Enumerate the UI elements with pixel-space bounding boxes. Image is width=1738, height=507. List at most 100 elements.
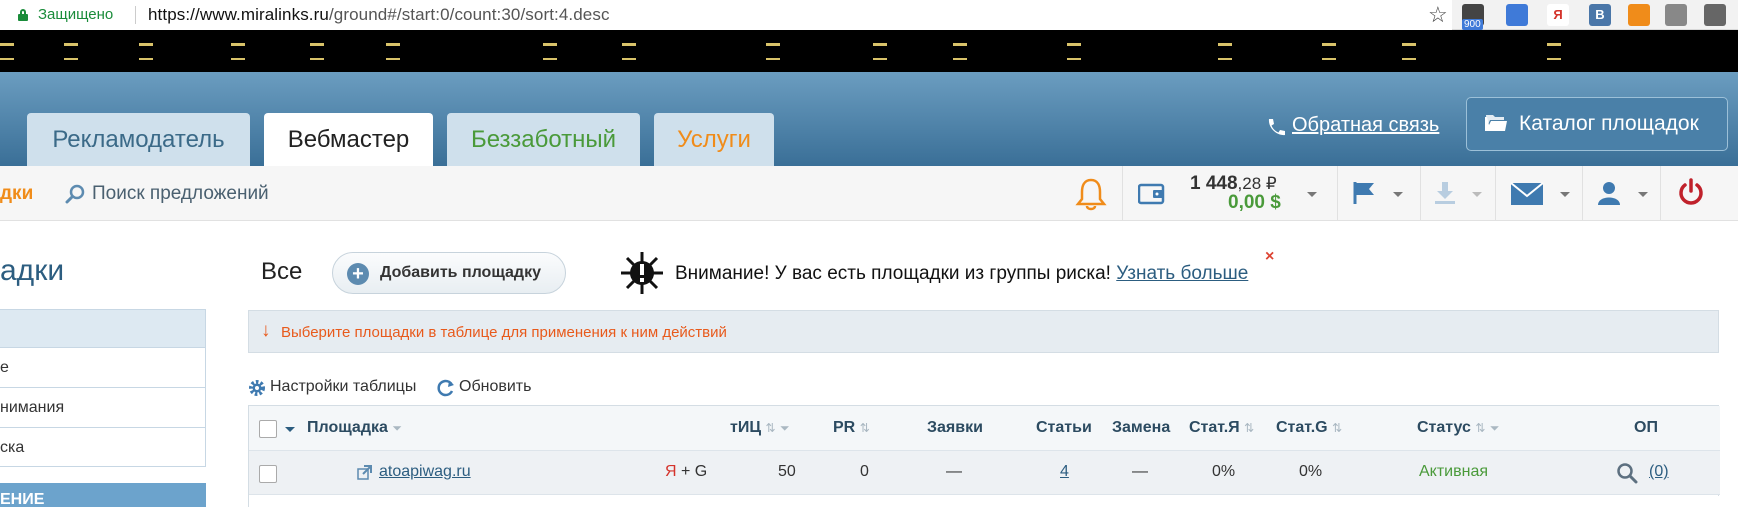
divider	[1660, 166, 1661, 221]
bell-icon[interactable]	[1073, 176, 1109, 212]
search-offers-link[interactable]: Поиск предложений	[92, 183, 269, 205]
pr-value: 0	[860, 463, 869, 480]
url-text[interactable]: https://www.miralinks.ru/ground#/start:0…	[148, 5, 610, 25]
close-icon[interactable]: ×	[1265, 248, 1274, 266]
tab-advertiser[interactable]: Рекламодатель	[27, 113, 250, 166]
search-engines: Я + G	[665, 463, 708, 480]
add-site-button[interactable]: + Добавить площадку	[332, 252, 566, 294]
user-icon[interactable]	[1597, 180, 1621, 206]
separator	[135, 6, 136, 24]
sidebar-filter-panel: е нимания ска	[0, 309, 206, 467]
bookmark-star-icon[interactable]: ☆	[1428, 2, 1448, 28]
stat-g-value: 0%	[1299, 463, 1323, 480]
requests-value: —	[946, 463, 962, 480]
table-header: Площадка ⏷ тИЦ ⇅ ⏷ PR ⇅ Заявки Статьи За…	[249, 406, 1720, 451]
table-row	[249, 496, 1720, 507]
download-icon[interactable]	[1433, 180, 1457, 206]
folder-icon	[1485, 115, 1507, 131]
divider	[1337, 166, 1338, 221]
flag-dropdown-chevron-icon[interactable]	[1393, 192, 1403, 197]
divider	[1582, 166, 1583, 221]
bookmarks-bar	[0, 30, 1738, 72]
column-header-pr[interactable]: PR ⇅	[833, 419, 870, 437]
url-field[interactable]: Защищено https://www.miralinks.ru/ground…	[0, 0, 1452, 30]
sort-icon: ⇅	[859, 421, 870, 435]
column-header-replace[interactable]: Замена	[1112, 419, 1170, 437]
selection-info-bar: ↓ Выберите площадки в таблице для примен…	[248, 310, 1719, 353]
catalog-button-label: Каталог площадок	[1519, 112, 1699, 135]
column-header-tic[interactable]: тИЦ ⇅ ⏷	[730, 419, 790, 437]
column-header-status[interactable]: Статус ⇅ ⏷	[1417, 419, 1500, 437]
warning-bug-icon	[621, 252, 663, 294]
mail-icon[interactable]	[1510, 182, 1544, 206]
catalog-button[interactable]: Каталог площадок	[1466, 97, 1728, 151]
table-row: atoapiwag.ru Я + G 50 0 — 4 — 0% 0% Акти…	[249, 451, 1720, 495]
op-link[interactable]: (0)	[1649, 463, 1669, 481]
filter-all-label[interactable]: Все	[261, 258, 302, 286]
main-toolbar: дки Поиск предложений 1 448,28 ₽ 0,00 $	[0, 166, 1738, 221]
balance-dropdown-chevron-icon[interactable]	[1307, 192, 1317, 197]
vk-extension-icon[interactable]: В	[1589, 4, 1611, 26]
learn-more-link[interactable]: Узнать больше	[1116, 263, 1248, 284]
articles-link[interactable]: 4	[1060, 463, 1069, 481]
column-header-requests[interactable]: Заявки	[927, 419, 983, 437]
table-settings-link[interactable]: Настройки таблицы	[270, 378, 416, 396]
search-icon[interactable]	[1616, 462, 1638, 484]
yandex-extension-icon[interactable]: Я	[1547, 4, 1569, 26]
row-checkbox[interactable]	[259, 465, 277, 483]
column-header-stat-ya[interactable]: Стат.Я ⇅	[1189, 419, 1254, 437]
sort-icon: ⇅	[1244, 421, 1255, 435]
balance-usd: 0,00 $	[1228, 192, 1281, 213]
tab-carefree[interactable]: Беззаботный	[447, 113, 640, 166]
select-all-chevron-icon[interactable]	[285, 427, 295, 432]
selection-info-text: Выберите площадки в таблице для применен…	[281, 324, 727, 341]
divider	[1495, 166, 1496, 221]
ok-extension-icon[interactable]	[1628, 4, 1650, 26]
column-header-stat-g[interactable]: Стат.G ⇅	[1276, 419, 1342, 437]
feedback-link[interactable]: Обратная связь	[1292, 114, 1439, 137]
column-header-op[interactable]: ОП	[1634, 419, 1658, 437]
sort-icon: ⇅	[1475, 421, 1486, 435]
select-all-checkbox[interactable]	[259, 420, 277, 438]
secure-label: Защищено	[38, 6, 114, 23]
sites-table: Площадка ⏷ тИЦ ⇅ ⏷ PR ⇅ Заявки Статьи За…	[248, 405, 1720, 507]
add-site-button-label: Добавить площадку	[380, 264, 541, 281]
sidebar-item-attention[interactable]: нимания	[0, 388, 205, 428]
refresh-link[interactable]: Обновить	[459, 378, 531, 396]
download-dropdown-chevron-icon[interactable]	[1472, 192, 1482, 197]
sidebar-item-1[interactable]: е	[0, 348, 205, 388]
sidebar-section-header[interactable]: ЕНИЕ	[0, 483, 206, 507]
grid-extension-icon[interactable]	[1506, 4, 1528, 26]
wallet-icon	[1138, 183, 1165, 205]
info-extension-icon[interactable]	[1704, 4, 1726, 26]
tab-services[interactable]: Услуги	[654, 113, 774, 166]
lock-icon	[18, 9, 28, 21]
sidebar-item-risk[interactable]: ска	[0, 428, 205, 468]
column-header-articles[interactable]: Статьи	[1036, 419, 1092, 437]
sort-icon: ⇅	[765, 421, 776, 435]
power-icon[interactable]	[1677, 178, 1705, 206]
flag-icon[interactable]	[1352, 180, 1376, 206]
plus-icon: +	[347, 263, 369, 285]
replace-value: —	[1132, 463, 1148, 480]
filter-icon: ⏷	[392, 421, 402, 435]
mail-dropdown-chevron-icon[interactable]	[1560, 192, 1570, 197]
search-icon	[65, 184, 85, 204]
stat-ya-value: 0%	[1212, 463, 1236, 480]
site-link-icon	[357, 465, 372, 480]
nav-item-partial[interactable]: дки	[0, 183, 33, 205]
divider	[1420, 166, 1421, 221]
browser-address-bar: Защищено https://www.miralinks.ru/ground…	[0, 0, 1738, 30]
tic-value: 50	[778, 463, 796, 480]
user-dropdown-chevron-icon[interactable]	[1638, 192, 1648, 197]
column-header-site[interactable]: Площадка ⏷	[307, 419, 402, 437]
risk-warning-text: Внимание! У вас есть площадки из группы …	[675, 263, 1249, 284]
site-header: Рекламодатель Вебмастер Беззаботный Услу…	[0, 72, 1738, 166]
sidebar-panel-header	[0, 310, 205, 348]
tab-webmaster[interactable]: Вебмастер	[264, 113, 433, 166]
rss-extension-icon[interactable]	[1665, 4, 1687, 26]
sort-icon: ⇅	[1332, 421, 1343, 435]
filter-icon: ⏷	[1489, 421, 1500, 435]
site-name-link[interactable]: atoapiwag.ru	[379, 463, 471, 481]
page-title: адки	[0, 254, 65, 287]
